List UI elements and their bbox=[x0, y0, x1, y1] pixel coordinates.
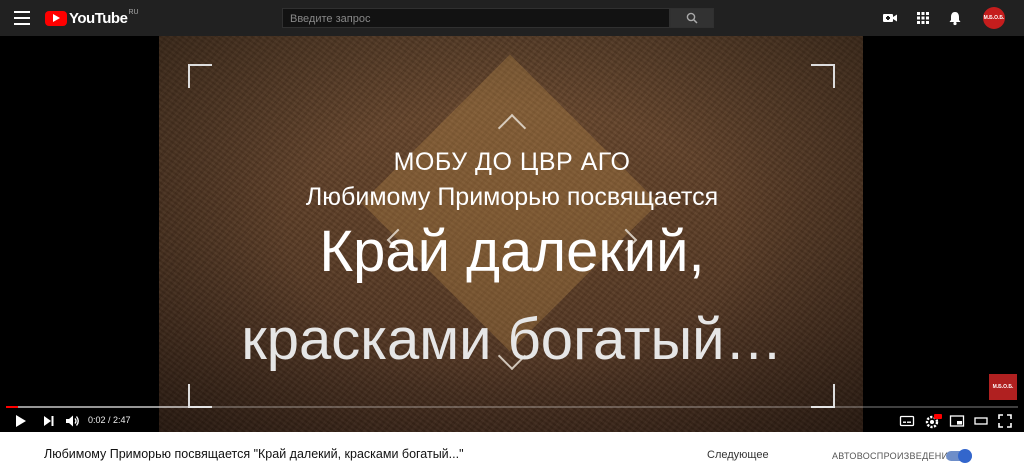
autoplay-toggle-knob[interactable] bbox=[958, 449, 972, 463]
logo-region: RU bbox=[128, 8, 139, 16]
logo-wordmark: YouTube bbox=[69, 9, 128, 27]
video-title: Любимому Приморью посвящается "Край дале… bbox=[44, 447, 464, 461]
time-display: 0:02 / 2:47 bbox=[88, 415, 131, 425]
frame-corner-top-left bbox=[188, 64, 212, 88]
play-icon[interactable] bbox=[14, 413, 28, 429]
account-avatar[interactable]: М.Б.О.Б. bbox=[983, 7, 1005, 29]
video-text-title-line2: красками богатый… bbox=[241, 307, 783, 372]
masthead: YouTube RU М.Б.О.Б. bbox=[0, 0, 1024, 36]
progress-played bbox=[6, 406, 19, 408]
apps-grid-icon[interactable] bbox=[915, 10, 931, 26]
frame-corner-top-right bbox=[811, 64, 835, 88]
video-text-title-line1: Край далекий, bbox=[319, 219, 705, 284]
fullscreen-icon[interactable] bbox=[997, 413, 1013, 429]
video-text-organization: МОБУ ДО ЦВР АГО bbox=[393, 148, 631, 176]
subtitles-icon[interactable] bbox=[899, 413, 915, 429]
next-video-icon[interactable] bbox=[42, 413, 56, 429]
theater-mode-icon[interactable] bbox=[973, 413, 989, 429]
search-button[interactable] bbox=[670, 8, 714, 28]
up-next-label: Следующее bbox=[707, 449, 769, 461]
notifications-bell-icon[interactable] bbox=[947, 10, 963, 26]
frame-corner-bottom-left bbox=[188, 384, 212, 408]
settings-gear-icon[interactable] bbox=[924, 413, 942, 429]
search-input[interactable] bbox=[283, 10, 657, 28]
menu-icon[interactable] bbox=[14, 11, 30, 25]
frame-corner-bottom-right bbox=[811, 384, 835, 408]
search-icon bbox=[686, 12, 698, 24]
miniplayer-icon[interactable] bbox=[949, 413, 965, 429]
search-box bbox=[282, 8, 670, 28]
channel-watermark[interactable]: М.Б.О.Б. bbox=[989, 374, 1017, 400]
volume-icon[interactable] bbox=[65, 413, 81, 429]
progress-loaded bbox=[6, 406, 189, 408]
progress-bar[interactable] bbox=[6, 406, 1018, 408]
youtube-play-icon bbox=[45, 10, 67, 26]
autoplay-label: АВТОВОСПРОИЗВЕДЕНИЕ bbox=[832, 451, 955, 461]
create-video-icon[interactable] bbox=[882, 10, 898, 26]
youtube-logo[interactable]: YouTube RU bbox=[45, 8, 139, 27]
video-text-dedication: Любимому Приморью посвящается bbox=[305, 183, 719, 211]
